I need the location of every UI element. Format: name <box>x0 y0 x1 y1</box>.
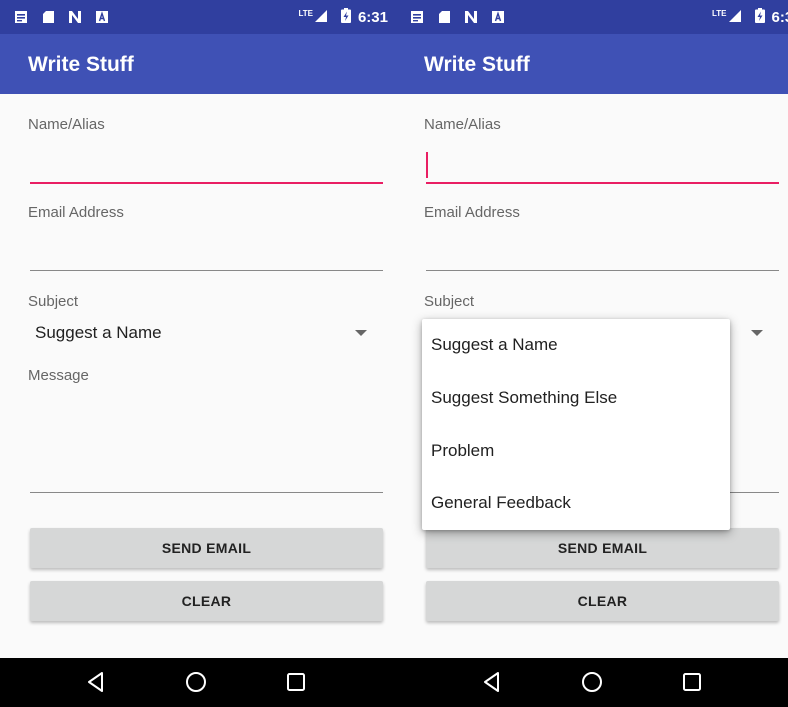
send-email-button[interactable]: SEND EMAIL <box>426 528 779 568</box>
notes-icon <box>13 9 29 25</box>
dropdown-option-suggest-name[interactable]: Suggest a Name <box>422 319 730 372</box>
back-icon[interactable] <box>84 670 108 694</box>
network-type: LTE <box>298 9 313 18</box>
clock: 6:31 <box>357 9 388 26</box>
send-email-button[interactable]: SEND EMAIL <box>30 528 383 568</box>
navigation-bar <box>396 658 788 707</box>
status-bar: LTE 6:31 <box>396 0 788 34</box>
text-cursor <box>426 152 428 178</box>
subject-label: Subject <box>424 293 475 310</box>
subject-label: Subject <box>28 293 79 310</box>
n-icon <box>67 9 83 25</box>
sd-card-icon <box>436 9 452 25</box>
name-label: Name/Alias <box>28 116 105 133</box>
back-icon[interactable] <box>480 670 504 694</box>
signal-icon <box>314 9 328 27</box>
home-icon[interactable] <box>184 670 208 694</box>
a-icon <box>94 9 110 25</box>
screen-form: LTE 6:31 Write Stuff Name/Alias Email Ad… <box>0 0 396 707</box>
app-bar: Write Stuff <box>396 34 788 94</box>
app-bar: Write Stuff <box>0 34 396 94</box>
home-icon[interactable] <box>580 670 604 694</box>
clock: 6:31 <box>771 9 788 26</box>
email-label: Email Address <box>28 204 124 221</box>
notification-icons <box>13 9 110 25</box>
message-input-underline <box>30 492 383 493</box>
navigation-bar <box>0 658 396 707</box>
dropdown-option-general-feedback[interactable]: General Feedback <box>422 477 730 530</box>
name-input[interactable] <box>426 140 779 185</box>
n-icon <box>463 9 479 25</box>
email-input-underline <box>30 270 383 271</box>
dropdown-arrow-icon <box>751 330 763 336</box>
email-label: Email Address <box>424 204 520 221</box>
clear-button[interactable]: CLEAR <box>426 581 779 621</box>
signal-icon <box>728 9 742 27</box>
clear-button[interactable]: CLEAR <box>30 581 383 621</box>
notes-icon <box>409 9 425 25</box>
status-right: LTE 6:31 <box>712 8 788 27</box>
dropdown-option-suggest-else[interactable]: Suggest Something Else <box>422 372 730 425</box>
notification-icons <box>409 9 506 25</box>
battery-charging-icon <box>340 8 351 27</box>
recents-icon[interactable] <box>284 670 308 694</box>
a-icon <box>490 9 506 25</box>
dropdown-arrow-icon <box>355 330 367 336</box>
app-title: Write Stuff <box>424 53 530 76</box>
app-title: Write Stuff <box>28 53 134 76</box>
battery-charging-icon <box>754 8 765 27</box>
network-type: LTE <box>712 9 727 18</box>
name-input-underline <box>30 182 383 184</box>
message-label: Message <box>28 367 89 384</box>
screens: LTE 6:31 Write Stuff Name/Alias Email Ad… <box>0 0 788 707</box>
name-label: Name/Alias <box>424 116 501 133</box>
email-input[interactable] <box>30 228 383 273</box>
status-right: LTE 6:31 <box>298 8 388 27</box>
name-input[interactable] <box>30 140 383 185</box>
email-input[interactable] <box>426 228 779 273</box>
subject-spinner-value: Suggest a Name <box>35 323 162 342</box>
sd-card-icon <box>40 9 56 25</box>
status-bar: LTE 6:31 <box>0 0 396 34</box>
recents-icon[interactable] <box>680 670 704 694</box>
subject-dropdown-menu: Suggest a Name Suggest Something Else Pr… <box>422 319 730 530</box>
screen-form-dropdown-open: LTE 6:31 Write Stuff Name/Alias Email Ad… <box>396 0 788 707</box>
message-input[interactable] <box>30 390 383 494</box>
email-input-underline <box>426 270 779 271</box>
name-input-underline <box>426 182 779 184</box>
dropdown-option-problem[interactable]: Problem <box>422 425 730 478</box>
